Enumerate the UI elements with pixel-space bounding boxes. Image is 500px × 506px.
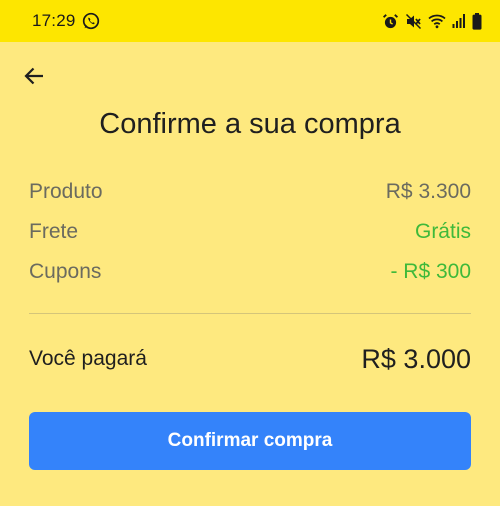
total-label: Você pagará (29, 347, 147, 370)
summary-row-product: Produto R$ 3.300 (29, 172, 471, 212)
product-value: R$ 3.300 (385, 180, 471, 203)
coupons-label: Cupons (29, 260, 102, 283)
price-summary: Produto R$ 3.300 Frete Grátis Cupons - R… (29, 172, 471, 292)
battery-icon (472, 12, 482, 30)
status-time: 17:29 (32, 11, 76, 30)
mute-icon (405, 13, 422, 30)
summary-row-coupons: Cupons - R$ 300 (29, 252, 471, 292)
signal-icon (452, 13, 466, 29)
shipping-label: Frete (29, 220, 79, 243)
alarm-icon (382, 13, 399, 30)
status-left: 17:29 (32, 11, 100, 31)
product-label: Produto (29, 180, 103, 203)
confirm-purchase-button[interactable]: Confirmar compra (29, 412, 471, 470)
coupons-value: - R$ 300 (390, 260, 471, 283)
wifi-icon (428, 13, 446, 29)
status-bar: 17:29 (0, 0, 500, 42)
status-right (382, 12, 482, 30)
arrow-left-icon (23, 65, 45, 92)
page-title: Confirme a sua compra (99, 108, 401, 140)
total-row: Você pagará R$ 3.000 (29, 338, 471, 380)
summary-row-shipping: Frete Grátis (29, 212, 471, 252)
back-button[interactable] (20, 64, 48, 92)
shipping-value: Grátis (414, 220, 471, 243)
whatsapp-icon (82, 12, 100, 30)
divider (29, 313, 471, 314)
total-value: R$ 3.000 (361, 343, 471, 374)
